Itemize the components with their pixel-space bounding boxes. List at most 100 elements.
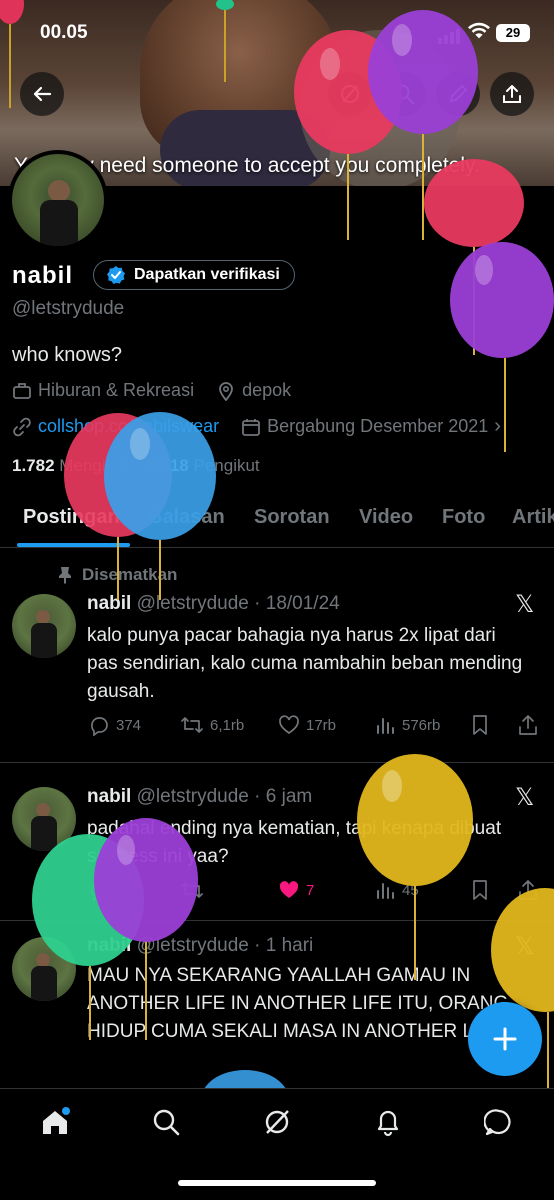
tab-highlights[interactable]: Sorotan bbox=[254, 506, 330, 529]
profile-location: depok bbox=[242, 380, 292, 400]
edit-icon bbox=[450, 85, 467, 102]
views-button[interactable]: 45 bbox=[374, 879, 419, 901]
search-button[interactable] bbox=[382, 72, 426, 116]
search-icon bbox=[153, 1109, 180, 1136]
pinned-indicator: Disematkan bbox=[58, 565, 177, 585]
balloon-icon bbox=[424, 159, 524, 355]
edit-button[interactable] bbox=[436, 72, 480, 116]
link-icon bbox=[13, 417, 31, 436]
avatar-person-body bbox=[31, 623, 57, 658]
chevron-right-icon[interactable]: › bbox=[494, 415, 501, 438]
profile-tabs: Postingan Balasan Sorotan Video Foto Art… bbox=[0, 500, 554, 548]
share-post-button[interactable] bbox=[518, 714, 538, 736]
get-verified-label: Dapatkan verifikasi bbox=[134, 266, 280, 283]
category-icon bbox=[13, 382, 31, 399]
repost-button[interactable] bbox=[180, 879, 210, 901]
bookmark-button[interactable] bbox=[470, 879, 490, 901]
views-count: 45 bbox=[402, 881, 419, 899]
post-author-handle: @letstrydude bbox=[136, 935, 249, 956]
views-icon bbox=[377, 883, 394, 899]
avatar-person-head bbox=[36, 610, 50, 624]
tab-photos[interactable]: Foto bbox=[442, 506, 485, 529]
post-avatar[interactable] bbox=[12, 594, 76, 658]
share-button[interactable] bbox=[490, 72, 534, 116]
reply-button[interactable] bbox=[88, 879, 116, 901]
reply-count: 374 bbox=[116, 716, 142, 734]
x-logo-icon: 𝕏 bbox=[515, 932, 535, 960]
like-icon bbox=[279, 881, 299, 898]
x-logo-icon: 𝕏 bbox=[515, 783, 535, 811]
post-avatar[interactable] bbox=[12, 937, 76, 1001]
repost-count: 6,1rb bbox=[210, 716, 245, 734]
avatar-person-head bbox=[48, 180, 70, 202]
like-button[interactable]: 17rb bbox=[278, 714, 336, 736]
profile-meta-row-2: collshop.co/nabilswear Bergabung Desembe… bbox=[12, 415, 501, 438]
nav-search[interactable] bbox=[149, 1105, 183, 1139]
grok-button[interactable] bbox=[328, 72, 372, 116]
tab-video[interactable]: Video bbox=[359, 506, 413, 529]
tab-posts[interactable]: Postingan bbox=[23, 506, 120, 529]
get-verified-button[interactable]: Dapatkan verifikasi bbox=[93, 260, 295, 290]
grok-icon bbox=[341, 85, 359, 103]
post-author-handle: @letstrydude bbox=[136, 593, 249, 614]
share-post-button[interactable] bbox=[518, 879, 538, 901]
plus-icon bbox=[493, 1027, 517, 1051]
nav-notifications[interactable] bbox=[371, 1105, 405, 1139]
nav-home[interactable] bbox=[38, 1105, 72, 1139]
share-icon bbox=[503, 85, 521, 103]
avatar-person-body bbox=[31, 816, 57, 851]
compose-button[interactable] bbox=[468, 1002, 542, 1076]
cellular-signal-icon bbox=[438, 26, 462, 44]
search-icon bbox=[394, 84, 415, 105]
profile-handle: @letstrydude bbox=[12, 298, 125, 319]
post-header: nabil @letstrydude · 1 hari bbox=[87, 935, 313, 957]
avatar-person-head bbox=[36, 803, 50, 817]
post-author-name[interactable]: nabil bbox=[87, 935, 131, 956]
nav-grok[interactable] bbox=[260, 1105, 294, 1139]
like-icon bbox=[279, 715, 299, 735]
nav-messages[interactable] bbox=[482, 1105, 516, 1139]
views-button[interactable]: 576rb bbox=[374, 714, 440, 736]
post-text: kalo punya pacar bahagia nya harus 2x li… bbox=[87, 625, 523, 702]
location-icon bbox=[219, 381, 233, 401]
post-avatar[interactable] bbox=[12, 787, 76, 851]
avatar-person-body bbox=[40, 200, 78, 246]
repost-button[interactable]: 6,1rb bbox=[180, 714, 244, 736]
profile-avatar[interactable] bbox=[8, 150, 108, 250]
profile-joined: Bergabung Desember 2021 bbox=[267, 416, 489, 436]
battery-indicator: 29 bbox=[496, 24, 530, 42]
bookmark-icon bbox=[473, 880, 487, 900]
active-tab-indicator bbox=[17, 543, 130, 547]
post-author-handle: @letstrydude bbox=[136, 786, 249, 807]
status-bar: 00.05 29 bbox=[0, 0, 554, 64]
tab-articles[interactable]: Artikel bbox=[512, 506, 554, 529]
post-author-name[interactable]: nabil bbox=[87, 593, 131, 614]
profile-meta-row: Hiburan & Rekreasi depok bbox=[12, 380, 291, 401]
post-text: padahal ending nya kematian, tapi kenapa… bbox=[87, 818, 502, 867]
home-indicator bbox=[178, 1180, 376, 1186]
following-link[interactable]: 1.782 Mengikuti bbox=[12, 456, 132, 475]
profile-link[interactable]: collshop.co/nabilswear bbox=[38, 416, 219, 437]
back-button[interactable] bbox=[20, 72, 64, 116]
post-time: · 1 hari bbox=[254, 935, 314, 956]
reply-button[interactable]: 374 bbox=[88, 714, 141, 736]
post-time: · 18/01/24 bbox=[254, 593, 340, 614]
profile-bio: who knows? bbox=[12, 344, 123, 366]
repost-icon bbox=[181, 882, 203, 898]
reply-icon bbox=[91, 717, 108, 736]
post-author-name[interactable]: nabil bbox=[87, 786, 131, 807]
calendar-icon bbox=[242, 418, 261, 436]
grok-icon bbox=[265, 1110, 289, 1134]
bookmark-button[interactable] bbox=[470, 714, 490, 736]
like-button[interactable]: 7 bbox=[278, 879, 314, 901]
followers-link[interactable]: 8.318 Pengikut bbox=[146, 456, 259, 475]
profile-category: Hiburan & Rekreasi bbox=[38, 380, 195, 400]
like-count: 7 bbox=[306, 881, 315, 899]
views-count: 576rb bbox=[402, 716, 441, 734]
avatar-person-head bbox=[36, 953, 50, 967]
notifications-icon bbox=[377, 1110, 399, 1137]
post-header: nabil @letstrydude · 18/01/24 bbox=[87, 593, 340, 615]
bookmark-icon bbox=[473, 715, 487, 735]
post-time: · 6 jam bbox=[254, 786, 313, 807]
tab-replies[interactable]: Balasan bbox=[148, 506, 225, 529]
